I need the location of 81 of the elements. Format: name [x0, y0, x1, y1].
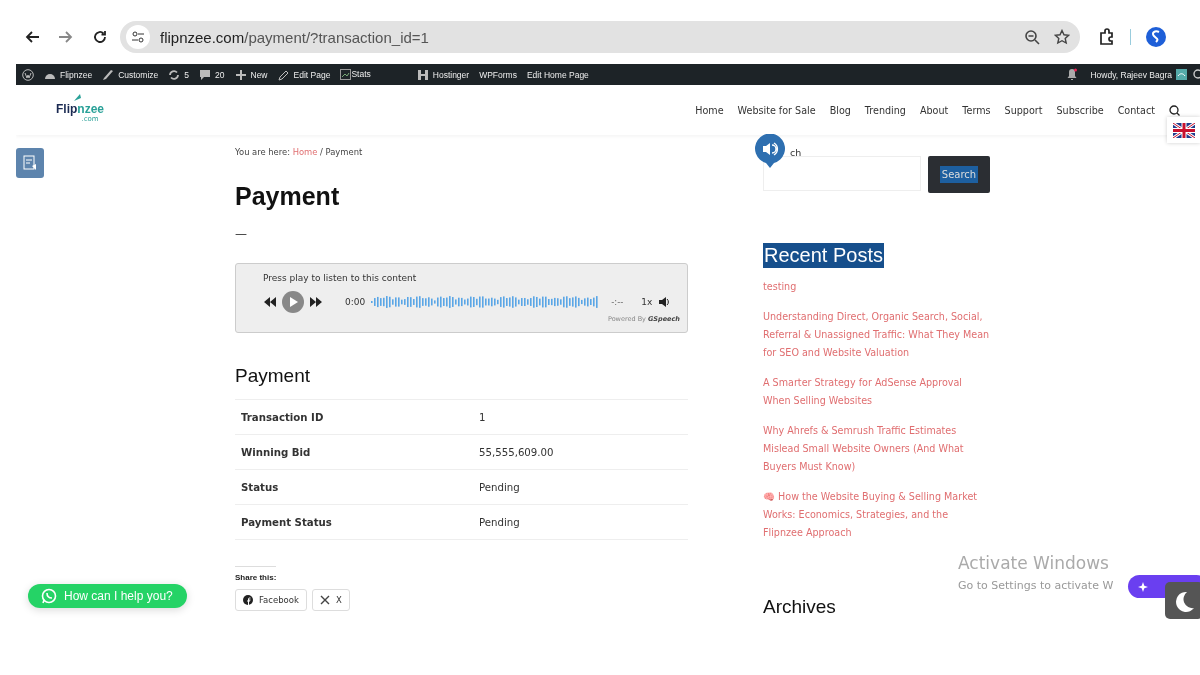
url-text: flipnzee.com/payment/?transaction_id=1	[160, 28, 429, 46]
comment-icon	[199, 68, 212, 81]
table-cell: 55,555,609.00	[473, 434, 688, 470]
site-info-icon[interactable]	[131, 30, 145, 44]
nav-link[interactable]: Trending	[864, 104, 906, 116]
facebook-icon	[243, 595, 253, 605]
admin-menu-item[interactable]: Edit Page	[293, 69, 331, 80]
admin-menu-item[interactable]: Flipnzee	[60, 69, 93, 80]
speed-control[interactable]: 1x	[641, 297, 653, 307]
forward-icon[interactable]	[58, 29, 74, 45]
table-cell: Winning Bid	[235, 434, 473, 470]
activation-notice-title: Activate Windows	[958, 553, 1109, 573]
fast-forward-icon[interactable]	[310, 296, 323, 308]
admin-menu-item[interactable]: WPForms	[479, 69, 517, 80]
current-time: 0:00	[345, 297, 366, 307]
separator-dash: —	[235, 227, 248, 241]
sparkle-icon	[1138, 581, 1148, 592]
table-cell: 1	[473, 399, 688, 435]
table-cell: Transaction ID	[235, 399, 473, 435]
x-logo-icon	[319, 595, 330, 605]
nav-link[interactable]: Subscribe	[1056, 104, 1104, 116]
share-button[interactable]: Facebook	[235, 589, 307, 611]
table-cell: Pending	[473, 469, 688, 505]
extensions-icon[interactable]	[1098, 28, 1116, 46]
admin-menu-item[interactable]: 20	[215, 69, 225, 80]
user-avatar-icon	[1176, 69, 1187, 80]
speaker-bubble-icon[interactable]	[754, 134, 785, 169]
dark-mode-toggle[interactable]	[1165, 582, 1200, 619]
nav-link[interactable]: Contact	[1117, 104, 1155, 116]
section-heading: Payment	[235, 365, 311, 387]
wordpress-logo-icon[interactable]	[22, 68, 34, 81]
rewind-icon[interactable]	[263, 296, 276, 308]
breadcrumb: You are here: Home / Payment	[235, 147, 364, 157]
nav-link[interactable]: Blog	[829, 104, 851, 116]
admin-menu-item[interactable]: Hostinger	[432, 69, 470, 80]
activation-notice-text: Go to Settings to activate W	[958, 579, 1114, 592]
nav-link[interactable]: Terms	[962, 104, 991, 116]
address-bar[interactable]: flipnzee.com/payment/?transaction_id=1	[120, 21, 1080, 53]
uk-flag-icon	[1172, 122, 1195, 138]
back-icon[interactable]	[24, 29, 40, 45]
star-icon[interactable]	[1054, 29, 1070, 45]
search-field[interactable]	[763, 156, 921, 191]
play-button[interactable]	[282, 291, 304, 313]
admin-menu-item[interactable]: Stats	[351, 69, 371, 79]
nav-link[interactable]: Website for Sale	[737, 104, 816, 116]
pencil-icon	[277, 68, 290, 81]
search-button[interactable]: Search	[928, 156, 990, 193]
admin-menu-item[interactable]: Edit Home Page	[526, 69, 589, 80]
hostinger-logo-icon	[416, 68, 429, 81]
nav-link[interactable]: Home	[695, 104, 724, 116]
brush-icon	[102, 68, 115, 81]
language-switcher[interactable]	[1167, 117, 1200, 143]
nav-link[interactable]: About	[919, 104, 949, 116]
share-label: Share this:	[235, 566, 277, 582]
admin-menu-item[interactable]: Customize	[118, 69, 159, 80]
search-label: ch	[790, 147, 803, 158]
volume-icon[interactable]	[658, 296, 670, 308]
widget-heading: Recent Posts	[763, 243, 884, 268]
nav-link[interactable]: Support	[1004, 104, 1043, 116]
zoom-out-icon[interactable]	[1024, 29, 1040, 45]
whatsapp-icon	[41, 588, 57, 604]
account-menu[interactable]: Howdy, Rajeev Bagra	[1090, 69, 1172, 80]
refresh-icon	[168, 68, 181, 81]
share-button[interactable]: X	[311, 589, 350, 611]
page-title: Payment	[235, 182, 341, 211]
admin-menu-item[interactable]: 5	[184, 69, 190, 80]
table-cell: Payment Status	[235, 504, 473, 540]
table-cell: Pending	[473, 504, 688, 540]
table-cell: Status	[235, 469, 473, 505]
broken-image-icon	[340, 69, 352, 80]
document-audio-icon	[22, 155, 38, 171]
admin-menu-item[interactable]: New	[250, 69, 268, 80]
profile-avatar-icon[interactable]	[1145, 26, 1167, 48]
search-icon[interactable]	[1169, 104, 1180, 116]
reload-icon[interactable]	[92, 29, 108, 45]
plus-icon	[234, 68, 247, 81]
remaining-time: -:--	[611, 297, 624, 307]
player-prompt: Press play to listen to this content	[263, 273, 418, 283]
notification-bell-icon[interactable]	[1066, 68, 1079, 81]
text-to-speech-button[interactable]	[16, 148, 44, 178]
widget-heading: Archives	[763, 596, 837, 618]
